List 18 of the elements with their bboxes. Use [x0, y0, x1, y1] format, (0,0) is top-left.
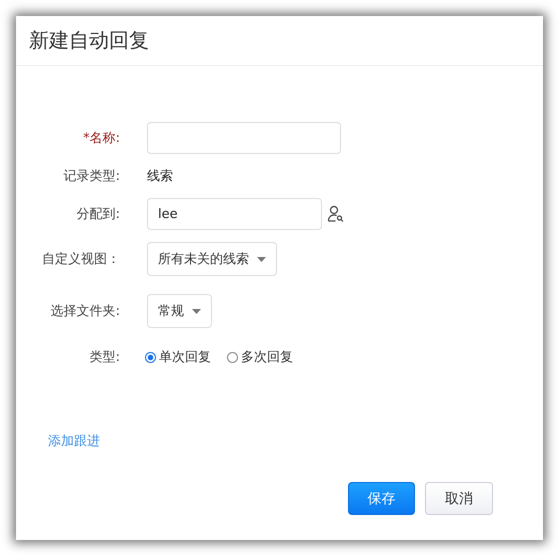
dropdown[interactable]: 常规 — [147, 294, 212, 328]
dropdown[interactable]: 所有未关的线索 — [147, 242, 277, 276]
radio-option[interactable]: 单次回复 — [145, 348, 211, 366]
name-field[interactable] — [147, 122, 341, 154]
field-label: 记录类型: — [62, 168, 120, 185]
caret-icon — [192, 308, 201, 314]
cancel-button[interactable]: 取消 — [425, 482, 493, 515]
record-type-value: 线索 — [147, 168, 173, 185]
field-label: *名称: — [82, 130, 120, 147]
dialog-title: 新建自动回复 — [29, 27, 149, 54]
caret-icon — [257, 256, 266, 262]
field-label: 自定义视图： — [41, 251, 120, 268]
user-search-icon[interactable] — [327, 205, 345, 223]
radio-option[interactable]: 多次回复 — [227, 348, 293, 366]
field-label: 类型: — [88, 349, 120, 366]
assign-field[interactable]: lee — [147, 198, 322, 230]
field-label: 分配到: — [76, 206, 120, 223]
field-label: 选择文件夹: — [50, 303, 120, 320]
